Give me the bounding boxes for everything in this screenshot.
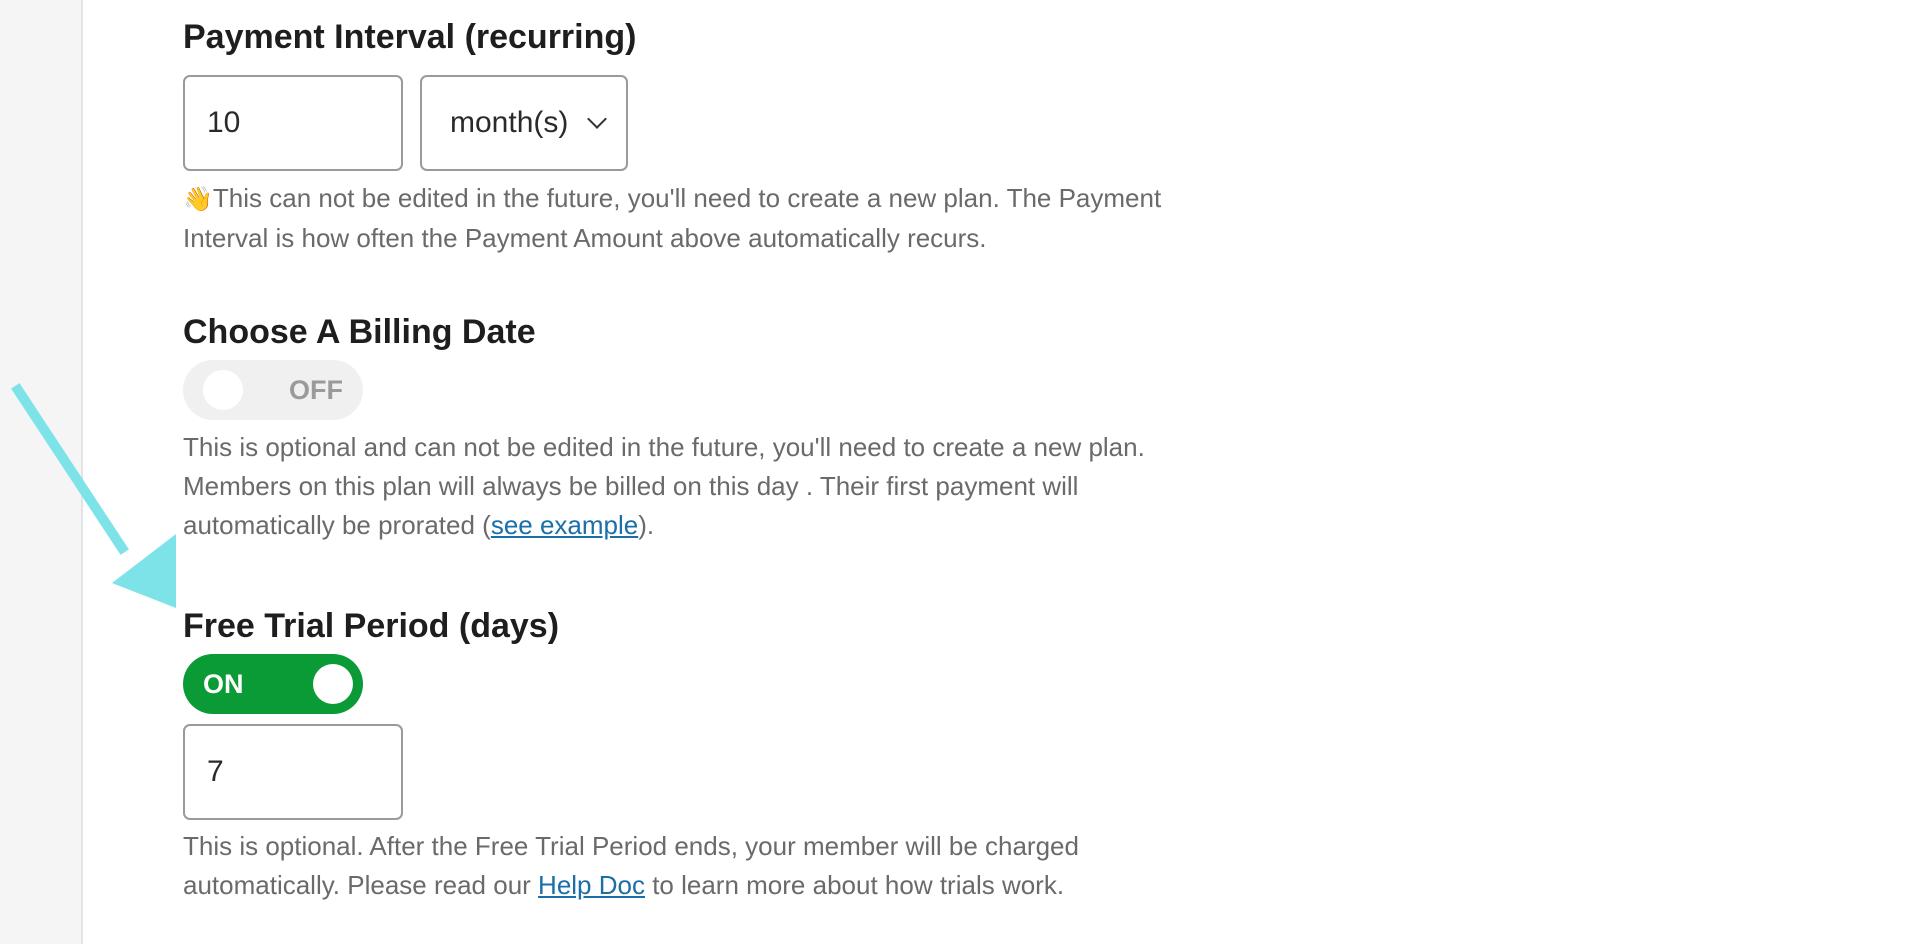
billing-date-help: This is optional and can not be edited i… <box>183 428 1183 545</box>
payment-interval-help-text: This can not be edited in the future, yo… <box>183 183 1162 253</box>
free-trial-toggle-label: ON <box>203 669 244 699</box>
free-trial-help: This is optional. After the Free Trial P… <box>183 827 1183 905</box>
toggle-knob <box>313 664 353 704</box>
payment-interval-title: Payment Interval (recurring) <box>183 18 637 56</box>
payment-interval-help: 👋This can not be edited in the future, y… <box>183 179 1183 258</box>
payment-interval-unit-select[interactable]: month(s) <box>420 75 628 171</box>
pointer-arrow-icon <box>11 383 176 608</box>
toggle-knob <box>203 370 243 410</box>
free-trial-toggle[interactable]: ON <box>183 654 363 714</box>
free-trial-title: Free Trial Period (days) <box>183 607 560 645</box>
billing-date-toggle-label: OFF <box>289 375 343 405</box>
payment-interval-unit-value: month(s) <box>450 106 569 139</box>
help-doc-link[interactable]: Help Doc <box>538 870 645 900</box>
billing-date-help-text: This is optional and can not be edited i… <box>183 432 1145 540</box>
payment-interval-count-input[interactable]: 10 <box>183 75 403 171</box>
see-example-link[interactable]: see example <box>491 510 638 540</box>
billing-date-toggle[interactable]: OFF <box>183 360 363 420</box>
free-trial-days-value: 7 <box>207 755 224 788</box>
billing-date-title: Choose A Billing Date <box>183 313 536 351</box>
free-trial-days-input[interactable]: 7 <box>183 724 403 820</box>
free-trial-help-text-end: to learn more about how trials work. <box>644 870 1065 900</box>
chevron-down-icon <box>587 109 607 129</box>
billing-date-help-text-end: ). <box>638 510 655 540</box>
